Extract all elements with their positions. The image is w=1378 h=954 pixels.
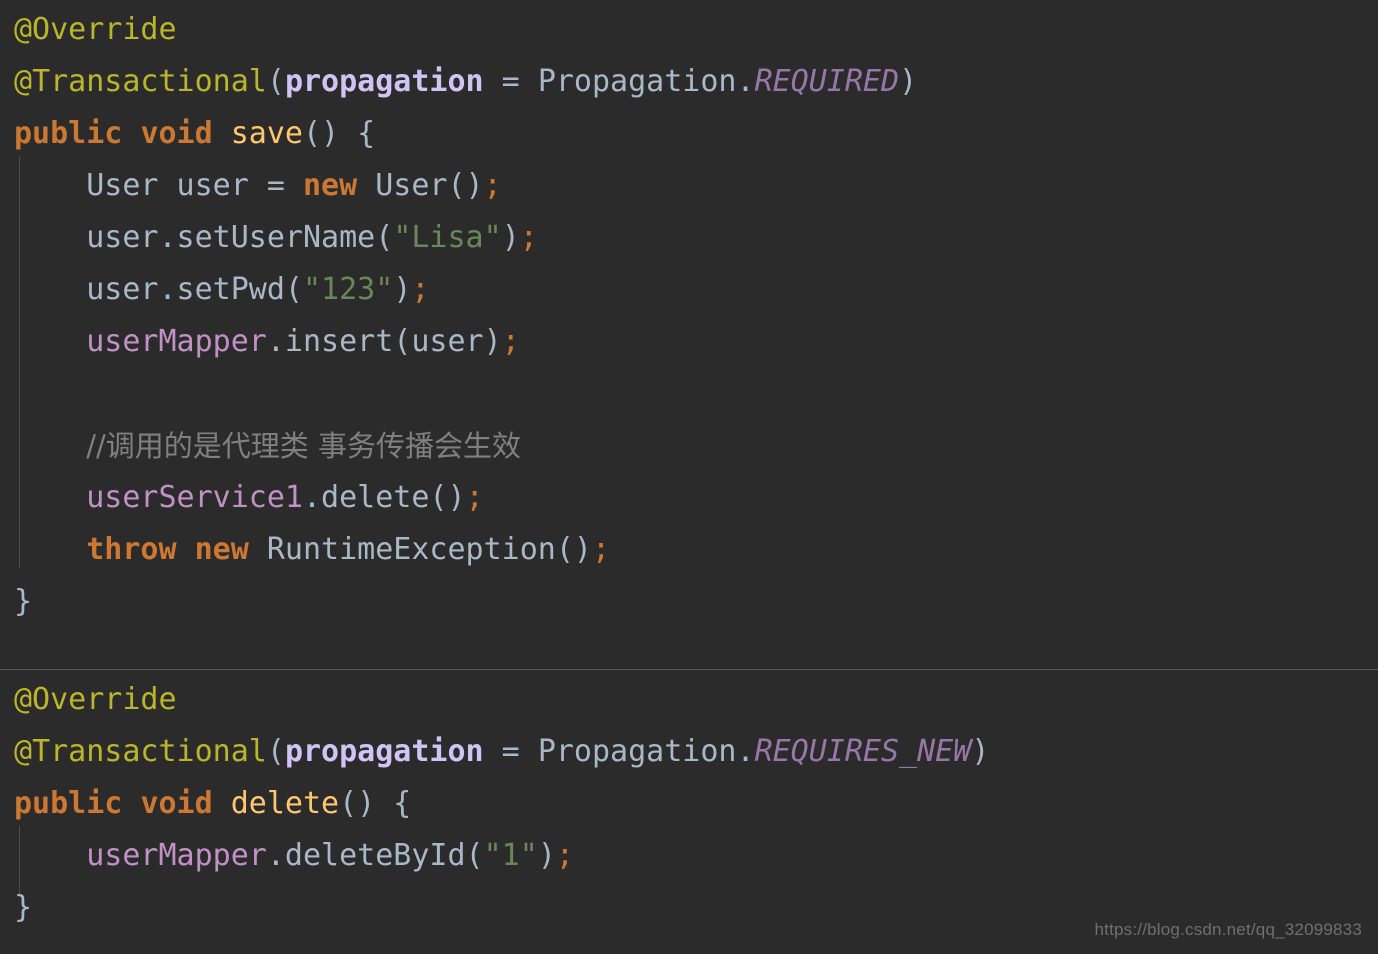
brace-close: } <box>14 890 33 925</box>
code-line-user-declaration: User user = new User(); <box>0 160 1378 212</box>
annotation-param-propagation: propagation <box>284 734 484 769</box>
code-block-delete-method: @Override @Transactional(propagation = P… <box>0 670 1378 951</box>
code-line-transactional-1: @Transactional(propagation = Propagation… <box>0 56 1378 108</box>
method-call-delete: .delete() <box>303 480 466 515</box>
dot-separator: . <box>736 734 755 769</box>
code-block-save-method: @Override @Transactional(propagation = P… <box>0 0 1378 669</box>
paren-pair: () <box>303 116 340 151</box>
code-line-override-1: @Override <box>0 4 1378 56</box>
paren-close: ) <box>501 220 520 255</box>
enum-constant-required: REQUIRED <box>754 64 900 99</box>
variable-user: user <box>86 272 159 307</box>
annotation-param-propagation: propagation <box>284 64 484 99</box>
semicolon: ; <box>465 480 484 515</box>
equals-operator: = <box>483 64 538 99</box>
paren-close: ) <box>393 272 412 307</box>
code-line-set-username: user.setUserName("Lisa"); <box>0 212 1378 264</box>
keyword-public: public <box>14 786 123 821</box>
brace-close: } <box>14 584 33 619</box>
class-runtime-exception: RuntimeException() <box>248 532 592 567</box>
method-name-save: save <box>230 116 303 151</box>
method-name-delete: delete <box>230 786 340 821</box>
keyword-new: new <box>303 168 358 203</box>
annotation-transactional: Transactional <box>32 734 267 769</box>
enum-constant-requires-new: REQUIRES_NEW <box>754 734 972 769</box>
string-lisa: "Lisa" <box>393 220 502 255</box>
code-line-throw-exception: throw new RuntimeException(); <box>0 524 1378 576</box>
field-user-mapper: userMapper <box>86 838 267 873</box>
annotation-at-symbol: @ <box>14 734 33 769</box>
method-call-set-pwd: .setPwd( <box>158 272 304 307</box>
semicolon: ; <box>411 272 430 307</box>
field-user-mapper: userMapper <box>86 324 267 359</box>
code-line-mapper-delete-by-id: userMapper.deleteById("1"); <box>0 830 1378 882</box>
keyword-new: new <box>194 532 249 567</box>
code-line-closing-brace-save: } <box>0 576 1378 628</box>
code-line-transactional-2: @Transactional(propagation = Propagation… <box>0 726 1378 778</box>
class-propagation: Propagation <box>537 64 737 99</box>
paren-close: ) <box>537 838 556 873</box>
code-editor-surface: @Override @Transactional(propagation = P… <box>0 0 1378 954</box>
method-call-insert: .insert(user) <box>266 324 502 359</box>
keyword-throw: throw <box>86 532 177 567</box>
code-line-set-pwd: user.setPwd("123"); <box>0 264 1378 316</box>
code-line-userservice1-delete: userService1.delete(); <box>0 472 1378 524</box>
paren-close: ) <box>971 734 990 769</box>
semicolon: ; <box>555 838 574 873</box>
field-user-service1: userService1 <box>86 480 303 515</box>
semicolon: ; <box>591 532 611 567</box>
dot-separator: . <box>736 64 755 99</box>
semicolon: ; <box>483 168 502 203</box>
constructor-user: User() <box>357 168 484 203</box>
string-1: "1" <box>483 838 538 873</box>
string-123: "123" <box>303 272 394 307</box>
equals-operator: = <box>483 734 538 769</box>
brace-open: { <box>339 116 376 151</box>
keyword-void: void <box>140 116 213 151</box>
paren-pair: () <box>339 786 376 821</box>
code-line-signature-save: public void save() { <box>0 108 1378 160</box>
annotation-transactional: Transactional <box>32 64 267 99</box>
keyword-public: public <box>14 116 123 151</box>
variable-user: user <box>86 220 159 255</box>
variable-user-assign: user = <box>158 168 303 203</box>
code-line-mapper-insert: userMapper.insert(user); <box>0 316 1378 368</box>
keyword-void: void <box>140 786 213 821</box>
paren-close: ) <box>899 64 918 99</box>
brace-open: { <box>375 786 412 821</box>
comment-proxy-class-note: //调用的是代理类 事务传播会生效 <box>86 429 522 463</box>
semicolon: ; <box>519 220 538 255</box>
annotation-override: @Override <box>14 682 177 717</box>
type-user: User <box>86 168 159 203</box>
semicolon: ; <box>501 324 520 359</box>
code-line-override-2: @Override <box>0 674 1378 726</box>
paren-open: ( <box>266 64 285 99</box>
method-call-set-username: .setUserName( <box>158 220 394 255</box>
code-line-signature-delete: public void delete() { <box>0 778 1378 830</box>
paren-open: ( <box>266 734 285 769</box>
annotation-override: @Override <box>14 12 177 47</box>
method-call-delete-by-id: .deleteById( <box>266 838 484 873</box>
annotation-at-symbol: @ <box>14 64 33 99</box>
watermark-url: https://blog.csdn.net/qq_32099833 <box>1094 920 1362 939</box>
class-propagation: Propagation <box>537 734 737 769</box>
code-line-comment-chinese: //调用的是代理类 事务传播会生效 <box>0 420 1378 472</box>
